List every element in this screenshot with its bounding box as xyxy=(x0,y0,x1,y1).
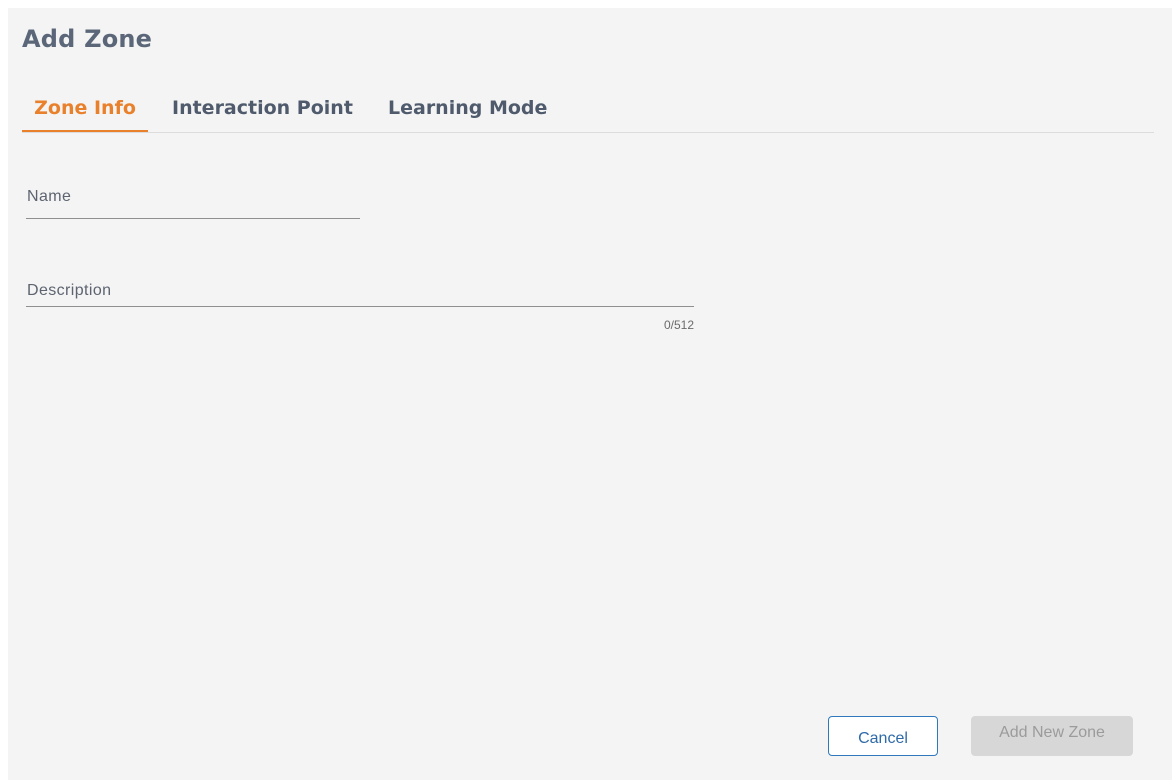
name-label: Name xyxy=(27,188,72,205)
tab-interaction-point[interactable]: Interaction Point xyxy=(172,90,353,130)
add-new-zone-button[interactable]: Add New Zone xyxy=(971,716,1133,756)
name-field: Name xyxy=(26,188,360,219)
description-label: Description xyxy=(27,282,112,299)
description-char-counter: 0/512 xyxy=(663,318,694,332)
cancel-button[interactable]: Cancel xyxy=(828,716,938,756)
description-input[interactable] xyxy=(26,282,694,307)
dialog-title: Add Zone xyxy=(22,25,153,53)
tab-bar: Zone Info Interaction Point Learning Mod… xyxy=(22,90,1154,133)
add-zone-dialog: Add Zone Zone Info Interaction Point Lea… xyxy=(8,8,1172,780)
description-field: Description 0/512 xyxy=(26,282,694,334)
tab-learning-mode[interactable]: Learning Mode xyxy=(388,90,547,130)
name-input[interactable] xyxy=(26,188,360,219)
tab-zone-info[interactable]: Zone Info xyxy=(22,90,148,132)
